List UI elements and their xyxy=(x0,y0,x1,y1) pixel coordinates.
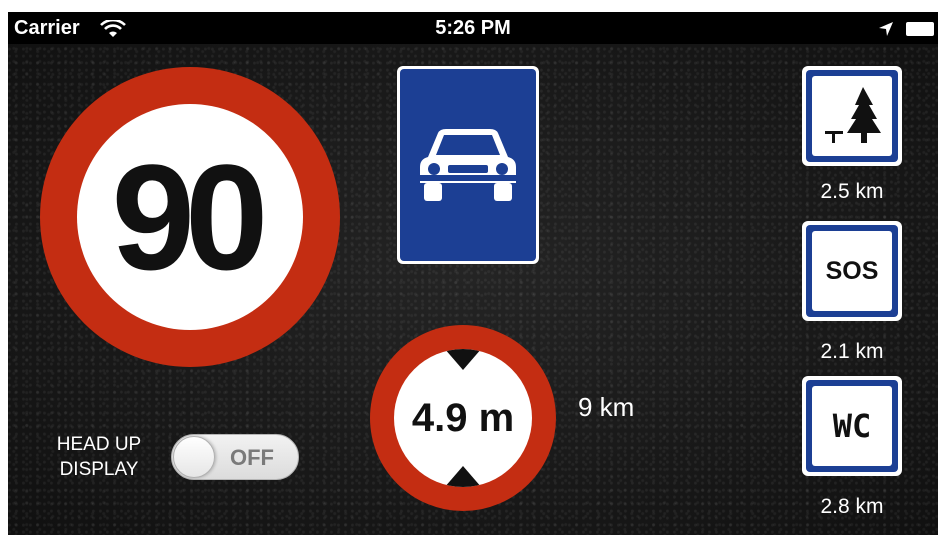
app-screen: Carrier 5:26 PM 90 4.9 m 9 km 2.5 km SOS… xyxy=(8,12,938,535)
location-arrow-icon xyxy=(879,22,893,36)
height-marker-top-icon xyxy=(444,349,482,370)
height-limit-sign: 4.9 m xyxy=(370,325,556,511)
picnic-area-distance: 2.5 km xyxy=(820,180,884,203)
speed-limit-sign: 90 xyxy=(40,67,340,367)
wc-sign: WC xyxy=(802,376,902,476)
wc-label: WC xyxy=(832,407,872,445)
toggle-state-label: OFF xyxy=(230,445,274,470)
picnic-area-icon xyxy=(825,87,881,143)
sos-label: SOS xyxy=(825,256,879,285)
height-limit-value: 4.9 m xyxy=(411,395,515,440)
speed-limit-face: 90 xyxy=(77,104,303,330)
height-limit-face: 4.9 m xyxy=(394,349,532,487)
device-frame: Carrier 5:26 PM 90 4.9 m 9 km 2.5 km SOS… xyxy=(0,0,938,535)
status-bar: Carrier 5:26 PM xyxy=(8,12,938,44)
speed-limit-value: 90 xyxy=(111,133,269,301)
height-limit-distance: 9 km xyxy=(578,392,635,422)
wc-distance: 2.8 km xyxy=(820,495,884,518)
sos-distance: 2.1 km xyxy=(820,340,884,363)
head-up-display-toggle[interactable]: OFF xyxy=(171,434,299,480)
picnic-area-sign xyxy=(802,66,902,166)
toggle-knob[interactable] xyxy=(173,436,215,478)
head-up-display-label: HEAD UP DISPLAY xyxy=(56,434,142,480)
height-marker-bottom-icon xyxy=(444,466,482,487)
battery-icon xyxy=(906,22,934,36)
motorway-sign-face xyxy=(400,69,536,261)
sos-sign: SOS xyxy=(802,221,902,321)
motorway-sign xyxy=(397,66,539,264)
status-clock: 5:26 PM xyxy=(435,17,511,39)
car-icon xyxy=(418,129,518,201)
